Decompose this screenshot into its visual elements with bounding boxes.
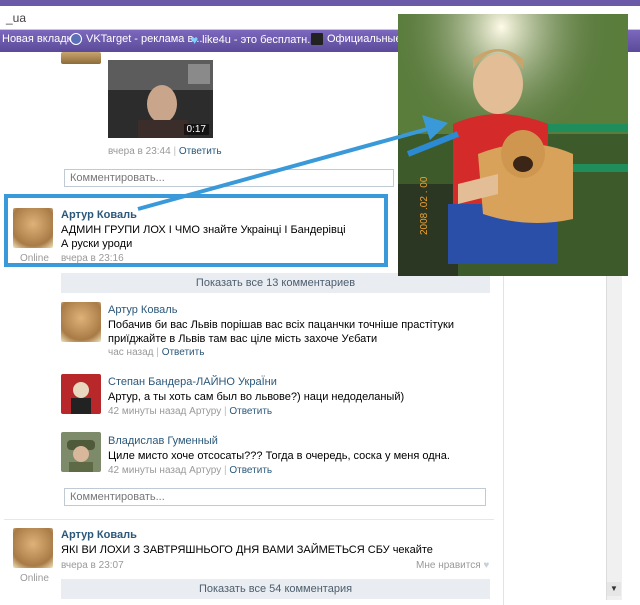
show-all-comments-button[interactable]: Показать все 54 комментария [61, 579, 490, 599]
timestamp: 42 минуты назад Артуру [108, 406, 222, 417]
news-icon [311, 33, 323, 45]
like-button[interactable]: Мне нравится ♥ [416, 560, 489, 571]
avatar[interactable] [61, 432, 101, 472]
divider [4, 519, 494, 520]
scroll-down-arrow[interactable]: ▼ [607, 582, 621, 596]
comment-meta: час назад | Ответить [108, 347, 205, 358]
like-label: Мне нравится [416, 560, 481, 571]
bookmark-label: like4u - это бесплатн... [202, 34, 317, 46]
portrait-icon [71, 382, 91, 414]
bookmark-label: VKTarget - реклама в... [86, 33, 203, 45]
comment-text: Побачив би вас Львів порішав вас всіх па… [108, 319, 454, 345]
bookmark-vktarget[interactable]: VKTarget - реклама в... [70, 33, 202, 45]
post-text: ЯКІ ВИ ЛОХИ З ЗАВТРЯШНЬОГО ДНЯ ВАМИ ЗАЙМ… [61, 544, 433, 556]
comment-author[interactable]: Владислав Гуменный [108, 435, 218, 447]
reply-link[interactable]: Ответить [162, 347, 205, 358]
avatar[interactable] [61, 302, 101, 342]
timestamp: час назад [108, 347, 154, 358]
pointer-arrow [137, 115, 448, 211]
bookmark-label: Новая вкладка [2, 33, 78, 45]
comment-author[interactable]: Артур Коваль [108, 304, 177, 316]
comment-author[interactable]: Степан Бандера-ЛАЙНО УкраЇни [108, 376, 277, 388]
avatar[interactable] [13, 528, 53, 568]
author-name[interactable]: Артур Коваль [61, 529, 137, 541]
avatar[interactable] [61, 374, 101, 414]
address-text[interactable]: _ua [6, 11, 26, 25]
heart-icon: ♥ [483, 560, 490, 571]
bookmark-like4u[interactable]: ♥ like4u - это бесплатн... [191, 33, 316, 47]
reply-link[interactable]: Ответить [229, 465, 272, 476]
timestamp: вчера в 23:07 [61, 560, 124, 571]
show-all-comments-button[interactable]: Показать все 13 комментариев [61, 273, 490, 293]
timestamp: 42 минуты назад Артуру [108, 465, 222, 476]
avatar[interactable] [61, 52, 101, 64]
vktarget-icon [70, 33, 82, 45]
heart-icon: ♥ [191, 33, 199, 47]
comment-meta: 42 минуты назад Артуру | Ответить [108, 465, 273, 476]
reply-link[interactable]: Ответить [229, 406, 272, 417]
bookmark-new-tab[interactable]: Новая вкладка [2, 33, 78, 45]
comment-text: Циле мисто хоче отсосаты??? Тогда в очер… [108, 450, 450, 462]
comment-input[interactable]: Комментировать... [64, 488, 486, 506]
comment-text: Артур, а ты хоть сам был во львове?) нац… [108, 391, 405, 403]
portrait-icon [67, 440, 95, 472]
comment-meta: 42 минуты назад Артуру | Ответить [108, 406, 273, 417]
online-status: Online [20, 573, 49, 584]
